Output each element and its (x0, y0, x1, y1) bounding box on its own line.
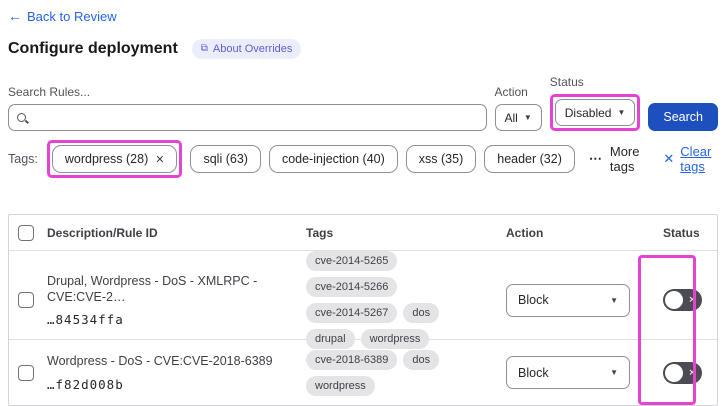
tag-chip[interactable]: xss (35) (405, 145, 477, 173)
rule-description: Drupal, Wordpress - DoS - XMLRPC - CVE:C… (47, 273, 258, 304)
status-filter-label: Status (549, 75, 584, 89)
tag-pill: dos (403, 303, 440, 323)
selected-tag-annotation-box: wordpress (28) ✕ (46, 140, 183, 178)
action-filter-dropdown[interactable]: All ▼ (494, 104, 542, 131)
about-overrides-badge[interactable]: ⧉ About Overrides (191, 39, 302, 59)
row-checkbox[interactable] (18, 364, 34, 381)
description-cell: Drupal, Wordpress - DoS - XMLRPC - CVE:C… (39, 273, 306, 328)
header-tags: Tags (306, 225, 334, 240)
action-select[interactable]: Block ▼ (506, 283, 630, 317)
tag-pill: wordpress (306, 375, 375, 396)
status-toggle-off[interactable]: ✕ (663, 361, 702, 384)
status-toggle-off[interactable]: ✕ (663, 289, 702, 311)
status-filter-dropdown[interactable]: Disabled ▼ (554, 99, 636, 126)
tag-pill: cve-2018-6389 (306, 349, 398, 370)
page-title: Configure deployment (8, 40, 178, 57)
toggle-x-icon: ✕ (688, 367, 696, 377)
search-rules-label: Search Rules... (8, 85, 91, 99)
remove-tag-icon[interactable]: ✕ (155, 153, 164, 166)
action-cell: Block ▼ (506, 283, 649, 317)
header-description: Description/Rule ID (47, 225, 158, 240)
rules-table: Description/Rule ID Tags Action Status D… (8, 214, 718, 406)
tag-pill: cve-2014-5265 (306, 251, 398, 271)
action-select-value: Block (518, 365, 549, 380)
clear-tags-button[interactable]: ✕ Clear tags (663, 144, 718, 174)
status-cell: ✕ (649, 361, 717, 384)
chevron-down-icon: ▼ (617, 108, 626, 117)
back-arrow-icon: ← (8, 8, 22, 24)
row-checkbox-cell (9, 364, 39, 381)
header-action: Action (506, 225, 544, 240)
tag-pill: cve-2014-5266 (306, 277, 398, 297)
tags-bar-label: Tags: (8, 152, 38, 166)
tag-pill: drupal (306, 329, 355, 349)
rule-description: Wordpress - DoS - CVE:CVE-2018-6389 (47, 354, 273, 369)
table-row: Wordpress - DoS - CVE:CVE-2018-6389 …f82… (9, 339, 717, 405)
more-tags-button[interactable]: ⋯ More tags (589, 144, 646, 174)
action-filter-value: All (504, 110, 518, 125)
toggle-x-icon: ✕ (688, 294, 696, 305)
tag-pill: cve-2014-5267 (306, 303, 398, 323)
tag-pill: wordpress (360, 329, 430, 349)
row-checkbox-cell (9, 292, 39, 308)
action-filter-label: Action (494, 85, 528, 99)
table-row: Drupal, Wordpress - DoS - XMLRPC - CVE:C… (9, 250, 717, 349)
search-button[interactable]: Search (648, 103, 718, 131)
row-checkbox[interactable] (18, 292, 34, 308)
status-filter-group: Status Disabled ▼ (549, 75, 641, 131)
status-filter-annotation-box: Disabled ▼ (549, 94, 641, 131)
status-cell: ✕ (649, 289, 717, 311)
tag-chip-label: wordpress (28) (64, 152, 149, 166)
tag-chip[interactable]: header (32) (484, 145, 575, 173)
about-overrides-label: About Overrides (212, 43, 293, 55)
rule-id: …84534ffa (47, 312, 124, 328)
more-tags-label: More tags (609, 144, 640, 174)
action-select[interactable]: Block ▼ (506, 356, 630, 389)
search-rules-box (8, 104, 487, 131)
header-status: Status (663, 225, 700, 240)
header-checkbox-cell (9, 224, 39, 241)
search-icon (17, 113, 26, 122)
rule-id: …f82d008b (47, 376, 124, 392)
action-filter-group: Action All ▼ (494, 85, 542, 131)
page-header: Configure deployment ⧉ About Overrides (8, 39, 718, 59)
rule-tags-cell: cve-2018-6389 dos wordpress (306, 349, 506, 396)
tag-chip[interactable]: sqli (63) (190, 145, 261, 173)
chevron-down-icon: ▼ (523, 113, 532, 122)
chevron-down-icon: ▼ (610, 295, 618, 305)
search-rules-input[interactable] (32, 110, 478, 125)
chevron-down-icon: ▼ (610, 368, 618, 377)
action-select-value: Block (518, 293, 549, 307)
tags-bar: Tags: wordpress (28) ✕ sqli (63) code-in… (8, 140, 718, 178)
filter-row: Search Rules... Action All ▼ Status Disa… (8, 75, 718, 131)
status-filter-value: Disabled (564, 105, 612, 120)
rule-tags-cell: cve-2014-5265 cve-2014-5266 cve-2014-5267 d… (306, 251, 506, 349)
ellipsis-icon: ⋯ (588, 151, 603, 166)
document-icon: ⧉ (200, 43, 208, 54)
description-cell: Wordpress - DoS - CVE:CVE-2018-6389 …f82… (39, 353, 306, 391)
toggle-knob (665, 363, 683, 382)
configure-deployment-page: ← Back to Review Configure deployment ⧉ … (0, 0, 725, 406)
toggle-knob (665, 291, 683, 309)
back-to-review-link[interactable]: ← Back to Review (8, 8, 117, 24)
clear-tags-label: Clear tags (680, 144, 712, 174)
tag-chip-wordpress[interactable]: wordpress (28) ✕ (51, 145, 178, 173)
search-rules-group: Search Rules... (8, 85, 487, 131)
tag-pill: dos (403, 349, 440, 370)
clear-icon: ✕ (663, 151, 675, 166)
back-link-label: Back to Review (27, 8, 117, 24)
select-all-checkbox[interactable] (18, 224, 34, 241)
action-cell: Block ▼ (506, 356, 649, 389)
table-header-row: Description/Rule ID Tags Action Status (9, 215, 717, 250)
tag-chip[interactable]: code-injection (40) (268, 145, 398, 173)
